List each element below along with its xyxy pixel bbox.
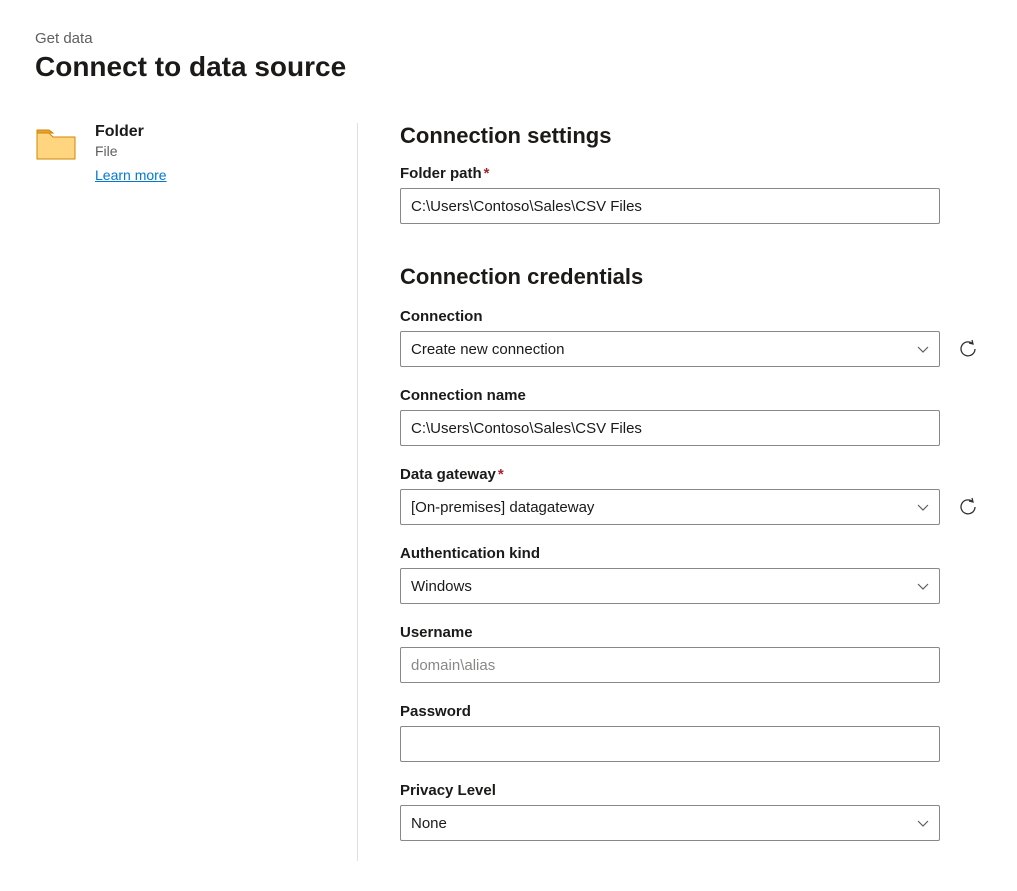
username-label: Username — [400, 624, 982, 641]
folder-path-label: Folder path* — [400, 165, 982, 182]
password-input[interactable] — [400, 726, 940, 762]
settings-panel: Connection settings Folder path* Connect… — [358, 123, 982, 861]
refresh-icon — [957, 496, 979, 518]
refresh-icon — [957, 338, 979, 360]
auth-kind-label: Authentication kind — [400, 545, 982, 562]
connection-settings-heading: Connection settings — [400, 123, 982, 149]
source-panel: Folder File Learn more — [35, 123, 358, 861]
privacy-level-label: Privacy Level — [400, 782, 982, 799]
refresh-gateway-button[interactable] — [954, 493, 982, 521]
data-gateway-label: Data gateway* — [400, 466, 982, 483]
connection-select[interactable] — [400, 331, 940, 367]
username-input[interactable] — [400, 647, 940, 683]
connection-label: Connection — [400, 308, 982, 325]
required-asterisk: * — [484, 165, 490, 182]
source-title: Folder — [95, 123, 167, 141]
learn-more-link[interactable]: Learn more — [95, 167, 167, 183]
connection-name-label: Connection name — [400, 387, 982, 404]
connection-name-input[interactable] — [400, 410, 940, 446]
privacy-level-select[interactable] — [400, 805, 940, 841]
password-label: Password — [400, 703, 982, 720]
source-type: File — [95, 143, 167, 159]
folder-icon — [35, 127, 77, 161]
auth-kind-select[interactable] — [400, 568, 940, 604]
refresh-connection-button[interactable] — [954, 335, 982, 363]
breadcrumb: Get data — [35, 30, 982, 47]
data-gateway-select[interactable] — [400, 489, 940, 525]
folder-path-input[interactable] — [400, 188, 940, 224]
page-title: Connect to data source — [35, 51, 982, 83]
source-item: Folder File Learn more — [35, 123, 327, 183]
connection-credentials-heading: Connection credentials — [400, 264, 982, 290]
required-asterisk: * — [498, 466, 504, 483]
